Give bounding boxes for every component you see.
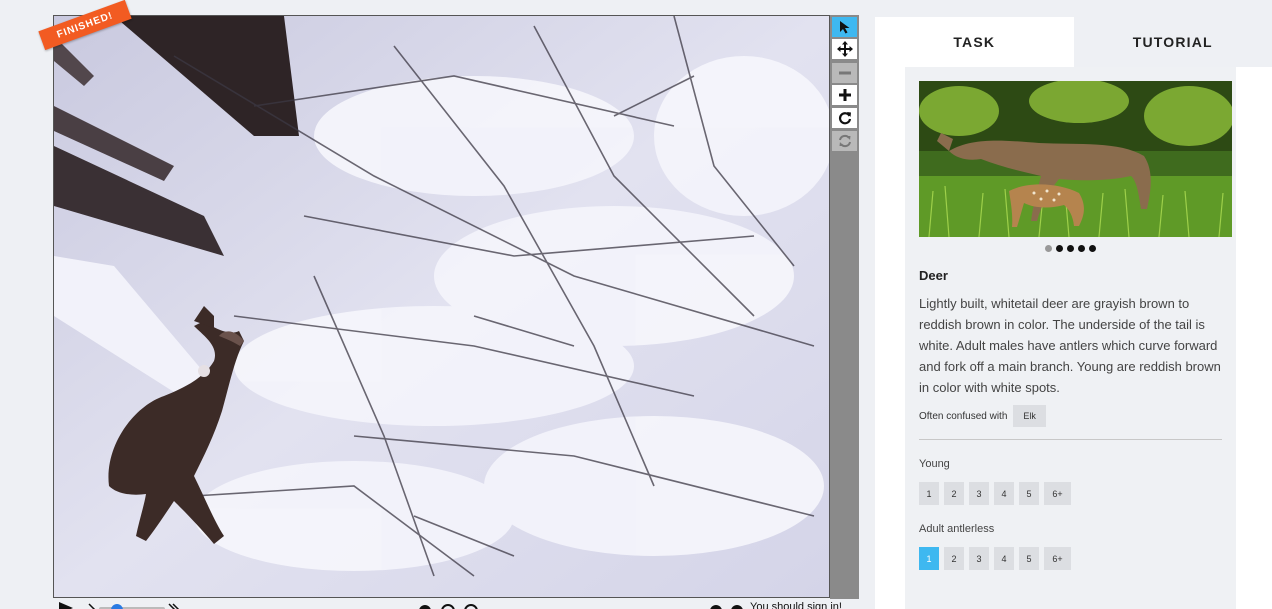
photo-pagination: [919, 245, 1222, 252]
frame-dot-current[interactable]: [419, 605, 431, 609]
species-example-photo[interactable]: [919, 81, 1232, 237]
playback-controls: You should sign in!: [53, 598, 859, 609]
zoom-in-icon: [838, 89, 851, 101]
task-panel: TASK TUTORIAL Deer Lightly built, whitet…: [875, 17, 1272, 609]
adult-antlerless-count-1[interactable]: 1: [919, 547, 939, 570]
rotate-button[interactable]: [832, 108, 857, 128]
info-icon[interactable]: [731, 605, 743, 609]
snow-forest-deer-scene: [54, 16, 829, 597]
photo-dot[interactable]: [1056, 245, 1063, 252]
pointer-icon: [839, 21, 849, 34]
viewer-toolbar: [830, 15, 859, 599]
frame-dot[interactable]: [441, 604, 455, 609]
photo-dot[interactable]: [1089, 245, 1096, 252]
photo-dot[interactable]: [1045, 245, 1052, 252]
adult-antlerless-count-5[interactable]: 5: [1019, 547, 1039, 570]
adult-antlerless-count-6plus[interactable]: 6+: [1044, 547, 1071, 570]
reset-icon: [838, 134, 851, 148]
species-name: Deer: [919, 268, 948, 283]
reset-button[interactable]: [832, 131, 857, 151]
photo-dot[interactable]: [1067, 245, 1074, 252]
species-detail-card: Deer Lightly built, whitetail deer are g…: [905, 67, 1236, 609]
zoom-in-button[interactable]: [832, 85, 857, 105]
question-young-label: Young: [919, 458, 950, 470]
move-tool-button[interactable]: [832, 39, 857, 59]
subject-viewer: FINISHED!: [38, 0, 859, 599]
young-count-1[interactable]: 1: [919, 482, 939, 505]
question-adult-antlerless-label: Adult antlerless: [919, 523, 995, 535]
confused-with-label: Often confused with: [919, 410, 1008, 422]
young-count-5[interactable]: 5: [1019, 482, 1039, 505]
adult-antlerless-count-3[interactable]: 3: [969, 547, 989, 570]
divider: [919, 439, 1222, 440]
species-description: Lightly built, whitetail deer are grayis…: [919, 296, 1221, 395]
camera-trap-image[interactable]: [53, 15, 830, 598]
zoom-out-button[interactable]: [832, 63, 857, 83]
rotate-icon: [838, 112, 851, 125]
young-count-2[interactable]: 2: [944, 482, 964, 505]
confused-with-elk-button[interactable]: Elk: [1013, 405, 1046, 427]
photo-dot[interactable]: [1078, 245, 1085, 252]
tab-tutorial[interactable]: TUTORIAL: [1073, 17, 1272, 67]
move-icon: [836, 41, 853, 57]
scrubber-handle[interactable]: [111, 604, 123, 609]
step-forward-icon[interactable]: [168, 603, 180, 609]
pointer-tool-button[interactable]: [832, 17, 857, 37]
question-young-options: 1 2 3 4 5 6+: [919, 482, 1222, 505]
panel-tabs: TASK TUTORIAL: [875, 17, 1272, 67]
sign-in-notice: You should sign in!: [750, 601, 842, 609]
frame-dot[interactable]: [464, 604, 478, 609]
step-back-icon[interactable]: [88, 603, 96, 609]
adult-antlerless-count-4[interactable]: 4: [994, 547, 1014, 570]
young-count-6plus[interactable]: 6+: [1044, 482, 1071, 505]
contrast-icon[interactable]: [710, 605, 722, 609]
adult-antlerless-count-2[interactable]: 2: [944, 547, 964, 570]
tab-task[interactable]: TASK: [875, 17, 1074, 67]
confused-with-row: Often confused with Elk: [919, 405, 1222, 427]
young-count-3[interactable]: 3: [969, 482, 989, 505]
question-adult-antlerless-options: 1 2 3 4 5 6+: [919, 547, 1222, 570]
play-icon[interactable]: [59, 602, 73, 609]
young-count-4[interactable]: 4: [994, 482, 1014, 505]
zoom-out-icon: [838, 71, 851, 75]
